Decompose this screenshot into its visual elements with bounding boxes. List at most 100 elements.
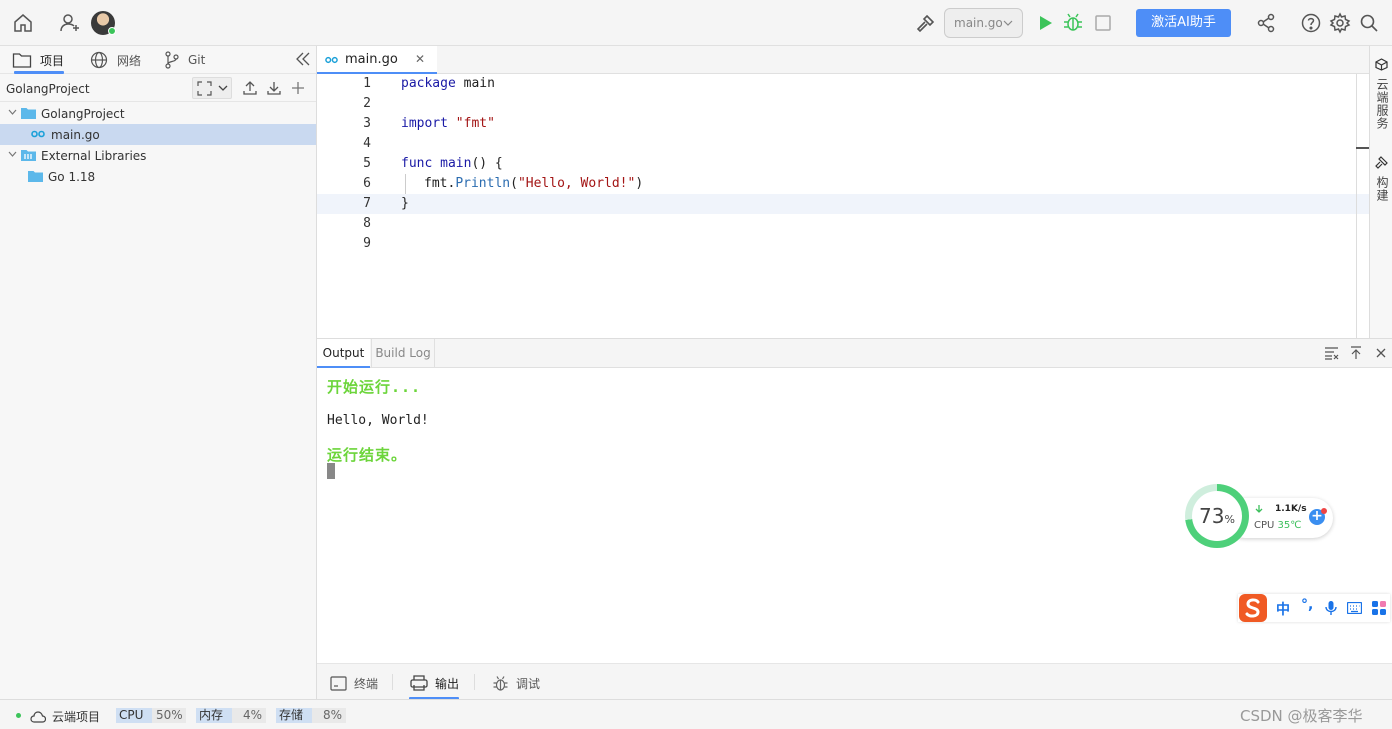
tab-output[interactable]: Output xyxy=(317,339,370,368)
tree-item-label: main.go xyxy=(51,128,100,142)
add-icon[interactable] xyxy=(290,80,306,96)
project-header: GolangProject xyxy=(0,75,316,102)
git-icon xyxy=(164,51,180,69)
apps-grid-icon[interactable] xyxy=(1372,601,1386,615)
tab-debug-label: 调试 xyxy=(516,676,541,691)
editor-scrollbar[interactable] xyxy=(1356,74,1357,338)
cloud-project-indicator[interactable]: 云端项目 xyxy=(30,708,100,725)
tab-build-log[interactable]: Build Log xyxy=(371,339,435,368)
close-icon[interactable] xyxy=(1374,346,1388,360)
debug-bug-icon[interactable] xyxy=(1061,11,1085,35)
run-config-label: main.go xyxy=(954,16,1003,30)
clear-output-icon[interactable] xyxy=(1324,346,1339,360)
microphone-icon[interactable] xyxy=(1325,600,1337,616)
library-icon xyxy=(21,149,36,162)
cpu-meter-value: 50% xyxy=(152,708,186,723)
bug-icon xyxy=(492,675,509,692)
cpu-percent: 73 xyxy=(1199,504,1225,528)
tab-debug[interactable]: 调试 xyxy=(492,673,540,693)
go-file-icon xyxy=(31,130,45,138)
top-toolbar: main.go 激活AI助手 xyxy=(0,0,1392,46)
collapse-panel-icon[interactable] xyxy=(295,52,311,66)
search-icon[interactable] xyxy=(1357,11,1381,35)
expand-collapse-control[interactable] xyxy=(192,77,232,99)
tab-main-go[interactable]: main.go ✕ xyxy=(317,46,437,74)
project-panel: 项目 网络 Git GolangProject GolangProject ma… xyxy=(0,46,317,699)
storage-meter-label: 存储 xyxy=(276,708,312,723)
watermark: CSDN @极客李华 xyxy=(1240,707,1363,725)
maximize-panel-icon[interactable] xyxy=(1349,346,1363,360)
line-number: 8 xyxy=(363,216,371,231)
sogou-logo-icon[interactable] xyxy=(1238,594,1268,622)
output-panel-header: Output Build Log xyxy=(317,338,1392,368)
cloud-service-tab[interactable]: 云端服务 xyxy=(1374,78,1391,130)
tree-item-external-libraries[interactable]: External Libraries xyxy=(0,145,316,166)
build-tab[interactable]: 构建 xyxy=(1374,176,1391,202)
run-config-select[interactable]: main.go xyxy=(944,8,1023,38)
code-token: ) xyxy=(635,176,644,191)
gear-icon[interactable] xyxy=(1328,11,1352,35)
cpu-temp-value: 35℃ xyxy=(1277,520,1302,531)
help-icon[interactable] xyxy=(1299,11,1323,35)
code-line-current: 7 } xyxy=(317,194,1369,214)
ime-mode[interactable]: 中 xyxy=(1276,599,1290,619)
chevron-down-icon[interactable] xyxy=(218,85,228,92)
stop-icon[interactable] xyxy=(1091,11,1115,35)
cpu-meter-label: CPU xyxy=(116,708,152,723)
tab-network-label: 网络 xyxy=(117,53,142,68)
ime-punctuation[interactable]: °, xyxy=(1301,597,1313,613)
code-text: package main xyxy=(401,76,495,91)
keyboard-icon[interactable] xyxy=(1347,602,1362,614)
hammer-icon[interactable] xyxy=(1375,156,1388,169)
system-monitor-widget[interactable]: 73% 1.1K/s CPU 35℃ + xyxy=(1185,484,1335,550)
line-number: 4 xyxy=(363,136,371,151)
tab-network[interactable]: 网络 xyxy=(89,50,141,70)
upload-icon[interactable] xyxy=(242,80,258,96)
code-string: "Hello, World!" xyxy=(517,176,636,191)
connection-status-dot xyxy=(16,713,21,718)
hammer-icon[interactable] xyxy=(914,11,938,35)
expand-icon[interactable] xyxy=(197,81,212,96)
code-editor[interactable]: 1 package main 2 3 import "fmt" 4 5 func… xyxy=(317,74,1369,338)
tab-terminal[interactable]: 终端 xyxy=(330,673,378,693)
cube-icon[interactable] xyxy=(1375,58,1388,71)
line-number: 3 xyxy=(363,116,371,131)
tree-item-golangproject[interactable]: GolangProject xyxy=(0,103,316,124)
cpu-temp-label: CPU xyxy=(1254,520,1275,531)
add-user-icon[interactable] xyxy=(58,11,82,35)
memory-meter-value: 4% xyxy=(232,708,266,723)
indent-guide xyxy=(405,174,406,194)
code-token: () { xyxy=(471,156,503,171)
code-text: } xyxy=(401,196,409,211)
home-icon[interactable] xyxy=(11,11,35,35)
tab-output-tool-label: 输出 xyxy=(435,676,460,691)
notification-dot xyxy=(1321,508,1327,514)
line-number: 1 xyxy=(363,76,371,91)
download-icon[interactable] xyxy=(266,80,282,96)
tree-item-go-sdk[interactable]: Go 1.18 xyxy=(0,166,316,187)
chevron-down-icon[interactable] xyxy=(8,109,17,116)
tab-project-label: 项目 xyxy=(40,53,65,68)
activate-ai-assistant-button[interactable]: 激活AI助手 xyxy=(1136,9,1231,37)
tree-item-main-go[interactable]: main.go xyxy=(0,124,316,145)
console-cursor xyxy=(327,463,335,479)
code-keyword: import xyxy=(401,116,448,131)
left-panel-tabs: 项目 网络 Git xyxy=(0,46,316,74)
code-token: ( xyxy=(510,176,518,191)
close-icon[interactable]: ✕ xyxy=(415,52,425,66)
go-file-icon xyxy=(325,56,338,64)
run-icon[interactable] xyxy=(1033,11,1057,35)
tab-project[interactable]: 项目 xyxy=(12,50,64,70)
code-string: "fmt" xyxy=(447,116,495,131)
tab-git[interactable]: Git xyxy=(164,50,205,70)
code-text: func main() { xyxy=(401,156,503,171)
share-icon[interactable] xyxy=(1254,11,1278,35)
line-number: 2 xyxy=(363,96,371,111)
active-tab-indicator xyxy=(14,71,64,74)
ime-toolbar[interactable]: 中 °, xyxy=(1238,594,1390,622)
chevron-down-icon[interactable] xyxy=(8,151,17,158)
tab-divider xyxy=(392,674,393,690)
tab-output-tool[interactable]: 输出 xyxy=(410,673,459,693)
storage-meter-value: 8% xyxy=(312,708,346,723)
status-bar: 云端项目 CPU 50% 内存 4% 存储 8% CSDN @极客李华 xyxy=(0,699,1392,729)
